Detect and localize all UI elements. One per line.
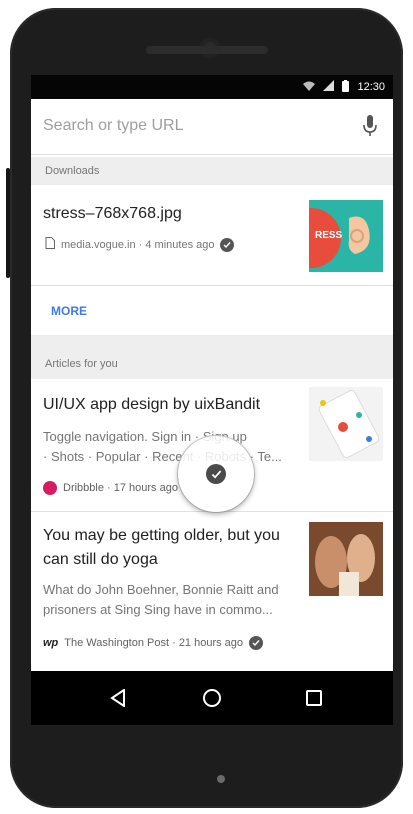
download-thumbnail: RESS bbox=[309, 200, 383, 272]
more-button[interactable]: MORE bbox=[51, 304, 87, 318]
download-meta: media.vogue.in · 4 minutes ago bbox=[45, 237, 235, 252]
omnibox[interactable]: Search or type URL bbox=[31, 99, 393, 155]
article-meta: Dribbble · 17 hours ago bbox=[43, 481, 178, 495]
thumbnail-caption: RESS bbox=[315, 230, 343, 241]
article-meta-text: The Washington Post · 21 hours ago bbox=[64, 637, 244, 649]
download-filename: stress–768x768.jpg bbox=[43, 205, 182, 222]
article-thumbnail bbox=[309, 387, 383, 461]
microphone-icon[interactable] bbox=[363, 115, 377, 137]
article-card-yoga[interactable]: You may be getting older, but you can st… bbox=[31, 512, 393, 670]
earpiece-speaker bbox=[146, 46, 268, 54]
search-input[interactable]: Search or type URL bbox=[43, 117, 184, 135]
signal-icon bbox=[323, 80, 335, 94]
back-icon[interactable] bbox=[103, 683, 133, 713]
article-title: UI/UX app design by uixBandit bbox=[43, 396, 261, 413]
article-snippet-line-1: What do John Boehner, Bonnie Raitt and bbox=[43, 582, 279, 597]
file-icon bbox=[45, 237, 55, 252]
article-title-line-1: You may be getting older, but you bbox=[43, 527, 280, 544]
volume-button bbox=[6, 168, 10, 278]
offline-check-icon bbox=[206, 464, 226, 484]
article-meta: wp The Washington Post · 21 hours ago bbox=[43, 636, 264, 650]
screen: 12:30 Search or type URL Downloads stres… bbox=[31, 75, 393, 725]
download-meta-text: media.vogue.in · 4 minutes ago bbox=[61, 238, 215, 251]
recents-icon[interactable] bbox=[299, 683, 329, 713]
article-meta-text: Dribbble · 17 hours ago bbox=[63, 482, 178, 494]
magnifier-overlay bbox=[178, 436, 254, 512]
battery-icon bbox=[342, 79, 350, 95]
navigation-bar bbox=[31, 671, 393, 725]
offline-check-icon bbox=[220, 237, 235, 252]
home-indicator-dot bbox=[217, 775, 225, 783]
offline-check-icon bbox=[249, 636, 264, 650]
dribbble-logo-icon bbox=[43, 481, 57, 495]
download-item[interactable]: stress–768x768.jpg media.vogue.in · 4 mi… bbox=[31, 185, 393, 285]
articles-header: Articles for you bbox=[31, 335, 393, 379]
home-icon[interactable] bbox=[197, 683, 227, 713]
more-row: MORE bbox=[31, 286, 393, 334]
article-snippet-line-2: prisoners at Sing Sing have in commo... bbox=[43, 602, 273, 617]
downloads-header: Downloads bbox=[31, 157, 393, 185]
status-time: 12:30 bbox=[357, 81, 385, 93]
wifi-icon bbox=[303, 81, 316, 94]
status-bar: 12:30 bbox=[31, 75, 393, 99]
article-thumbnail bbox=[309, 522, 383, 596]
washington-post-logo-icon: wp bbox=[43, 637, 59, 649]
article-title-line-2: can still do yoga bbox=[43, 551, 158, 568]
